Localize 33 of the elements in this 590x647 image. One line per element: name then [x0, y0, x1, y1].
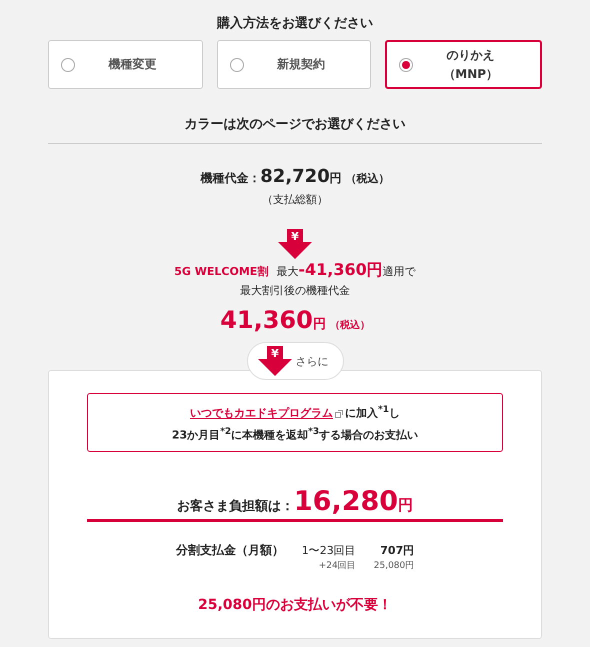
purchase-option[interactable]: 機種変更 — [48, 40, 203, 89]
price-unit: 円 — [330, 170, 342, 187]
yen-arrow-icon: ¥ — [278, 229, 312, 259]
yen-arrow-icon: ¥ — [258, 346, 292, 376]
tax-note: （税込） — [346, 171, 390, 186]
installment-label: 分割支払金（月額） — [176, 542, 284, 560]
external-link-icon — [335, 410, 344, 418]
discount-amount: -41,360円 — [298, 260, 383, 281]
installment-amount: 25,080円 — [374, 560, 414, 572]
discount-caption: 最大割引後の機種代金 — [240, 283, 350, 298]
discounted-unit: 円 — [312, 316, 326, 333]
discount-suffix: 適用で — [382, 264, 416, 279]
discounted-amount: 41,360 — [220, 306, 313, 334]
burden-unit: 円 — [398, 496, 414, 516]
purchase-option[interactable]: 新規契約 — [216, 40, 372, 89]
saving-message: 25,080円のお支払いが不要！ — [198, 596, 392, 614]
price-label: 機種代金： — [200, 170, 260, 187]
installment-range: +24回目 — [318, 560, 356, 572]
total-note: （支払総額） — [262, 192, 328, 207]
program-link[interactable]: いつでもカエドキプログラム — [190, 406, 334, 420]
installment-amount: 707円 — [379, 543, 414, 558]
purchase-option[interactable]: のりかえ （MNP） — [385, 40, 542, 89]
burden-amount: 16,280 — [294, 486, 398, 518]
color-note: カラーは次のページでお選びください — [48, 115, 542, 144]
discount-prefix: 最大 — [276, 264, 298, 279]
price-amount: 82,720 — [260, 166, 330, 187]
burden-label: お客さま負担額は： — [176, 498, 294, 516]
installment-range: 1〜23回目 — [302, 543, 356, 558]
tax-note: （税込） — [330, 318, 370, 332]
program-notice: いつでもカエドキプログラム に加入$^{*1}$し 23か月目$^{*2}$に本機種を返却$^{*3}$する場合のお支払い — [87, 393, 503, 452]
discount-name: 5G WELCOME割 — [174, 264, 268, 279]
further-label: さらに — [296, 354, 328, 368]
section-heading: 購入方法をお選びください — [217, 14, 373, 32]
